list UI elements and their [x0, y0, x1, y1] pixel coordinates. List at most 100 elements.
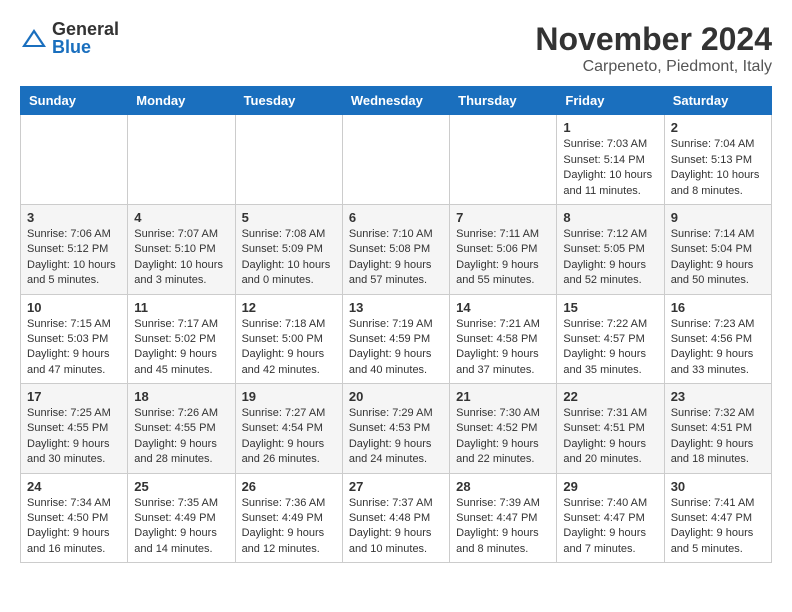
calendar-cell: 23 Sunrise: 7:32 AM Sunset: 4:51 PM Dayli… — [664, 384, 771, 474]
day-number: 24 — [27, 479, 121, 494]
calendar-cell: 5 Sunrise: 7:08 AM Sunset: 5:09 PM Daylig… — [235, 204, 342, 294]
day-number: 15 — [563, 300, 657, 315]
day-info: Sunrise: 7:40 AM Sunset: 4:47 PM Dayligh… — [563, 496, 657, 558]
day-info: Sunrise: 7:12 AM Sunset: 5:05 PM Dayligh… — [563, 227, 657, 289]
day-info: Sunrise: 7:08 AM Sunset: 5:09 PM Dayligh… — [242, 227, 336, 289]
day-number: 20 — [349, 389, 443, 404]
calendar-cell — [21, 115, 128, 205]
day-info: Sunrise: 7:29 AM Sunset: 4:53 PM Dayligh… — [349, 406, 443, 468]
day-number: 30 — [671, 479, 765, 494]
day-number: 22 — [563, 389, 657, 404]
day-info: Sunrise: 7:15 AM Sunset: 5:03 PM Dayligh… — [27, 317, 121, 379]
day-number: 10 — [27, 300, 121, 315]
calendar-cell: 22 Sunrise: 7:31 AM Sunset: 4:51 PM Dayli… — [557, 384, 664, 474]
title-area: November 2024 Carpeneto, Piedmont, Italy — [535, 20, 772, 76]
day-info: Sunrise: 7:27 AM Sunset: 4:54 PM Dayligh… — [242, 406, 336, 468]
calendar-table: SundayMondayTuesdayWednesdayThursdayFrid… — [20, 86, 772, 563]
calendar-cell: 16Sunrise: 7:23 AM Sunset: 4:56 PM Dayli… — [664, 294, 771, 384]
day-number: 4 — [134, 210, 228, 225]
logo-text-blue: Blue — [52, 38, 119, 56]
calendar-cell: 9 Sunrise: 7:14 AM Sunset: 5:04 PM Daylig… — [664, 204, 771, 294]
day-number: 14 — [456, 300, 550, 315]
month-title: November 2024 — [535, 20, 772, 58]
calendar-cell — [235, 115, 342, 205]
day-info: Sunrise: 7:19 AM Sunset: 4:59 PM Dayligh… — [349, 317, 443, 379]
calendar-cell: 18Sunrise: 7:26 AM Sunset: 4:55 PM Dayli… — [128, 384, 235, 474]
calendar-cell: 1Sunrise: 7:03 AM Sunset: 5:14 PM Daylig… — [557, 115, 664, 205]
weekday-header-wednesday: Wednesday — [342, 87, 449, 115]
calendar-week-row: 10 Sunrise: 7:15 AM Sunset: 5:03 PM Dayli… — [21, 294, 772, 384]
day-number: 28 — [456, 479, 550, 494]
day-info: Sunrise: 7:31 AM Sunset: 4:51 PM Dayligh… — [563, 406, 657, 468]
calendar-cell: 30Sunrise: 7:41 AM Sunset: 4:47 PM Dayli… — [664, 473, 771, 563]
weekday-header-thursday: Thursday — [450, 87, 557, 115]
calendar-cell: 29 Sunrise: 7:40 AM Sunset: 4:47 PM Dayli… — [557, 473, 664, 563]
weekday-header-monday: Monday — [128, 87, 235, 115]
weekday-header-tuesday: Tuesday — [235, 87, 342, 115]
day-number: 5 — [242, 210, 336, 225]
calendar-cell: 15Sunrise: 7:22 AM Sunset: 4:57 PM Dayli… — [557, 294, 664, 384]
weekday-header-friday: Friday — [557, 87, 664, 115]
calendar-cell: 12Sunrise: 7:18 AM Sunset: 5:00 PM Dayli… — [235, 294, 342, 384]
weekday-header-saturday: Saturday — [664, 87, 771, 115]
day-info: Sunrise: 7:37 AM Sunset: 4:48 PM Dayligh… — [349, 496, 443, 558]
calendar-cell: 27 Sunrise: 7:37 AM Sunset: 4:48 PM Dayli… — [342, 473, 449, 563]
calendar-week-row: 1Sunrise: 7:03 AM Sunset: 5:14 PM Daylig… — [21, 115, 772, 205]
day-number: 3 — [27, 210, 121, 225]
calendar-cell — [450, 115, 557, 205]
calendar-cell: 21 Sunrise: 7:30 AM Sunset: 4:52 PM Dayli… — [450, 384, 557, 474]
day-number: 23 — [671, 389, 765, 404]
day-info: Sunrise: 7:06 AM Sunset: 5:12 PM Dayligh… — [27, 227, 121, 289]
calendar-cell: 28Sunrise: 7:39 AM Sunset: 4:47 PM Dayli… — [450, 473, 557, 563]
calendar-cell: 25 Sunrise: 7:35 AM Sunset: 4:49 PM Dayli… — [128, 473, 235, 563]
day-info: Sunrise: 7:34 AM Sunset: 4:50 PM Dayligh… — [27, 496, 121, 558]
day-number: 16 — [671, 300, 765, 315]
calendar-cell: 7Sunrise: 7:11 AM Sunset: 5:06 PM Daylig… — [450, 204, 557, 294]
calendar-week-row: 17 Sunrise: 7:25 AM Sunset: 4:55 PM Dayli… — [21, 384, 772, 474]
weekday-header-row: SundayMondayTuesdayWednesdayThursdayFrid… — [21, 87, 772, 115]
day-number: 21 — [456, 389, 550, 404]
day-number: 29 — [563, 479, 657, 494]
day-info: Sunrise: 7:10 AM Sunset: 5:08 PM Dayligh… — [349, 227, 443, 289]
day-number: 19 — [242, 389, 336, 404]
day-info: Sunrise: 7:25 AM Sunset: 4:55 PM Dayligh… — [27, 406, 121, 468]
day-number: 25 — [134, 479, 228, 494]
calendar-cell: 3 Sunrise: 7:06 AM Sunset: 5:12 PM Daylig… — [21, 204, 128, 294]
calendar-cell: 24 Sunrise: 7:34 AM Sunset: 4:50 PM Dayli… — [21, 473, 128, 563]
calendar-cell: 13 Sunrise: 7:19 AM Sunset: 4:59 PM Dayli… — [342, 294, 449, 384]
calendar-cell: 17 Sunrise: 7:25 AM Sunset: 4:55 PM Dayli… — [21, 384, 128, 474]
day-number: 27 — [349, 479, 443, 494]
calendar-cell: 26Sunrise: 7:36 AM Sunset: 4:49 PM Dayli… — [235, 473, 342, 563]
calendar-cell: 19 Sunrise: 7:27 AM Sunset: 4:54 PM Dayli… — [235, 384, 342, 474]
day-info: Sunrise: 7:21 AM Sunset: 4:58 PM Dayligh… — [456, 317, 550, 379]
day-info: Sunrise: 7:04 AM Sunset: 5:13 PM Dayligh… — [671, 137, 765, 199]
calendar-week-row: 24 Sunrise: 7:34 AM Sunset: 4:50 PM Dayli… — [21, 473, 772, 563]
calendar-cell: 11 Sunrise: 7:17 AM Sunset: 5:02 PM Dayli… — [128, 294, 235, 384]
day-info: Sunrise: 7:11 AM Sunset: 5:06 PM Dayligh… — [456, 227, 550, 289]
day-info: Sunrise: 7:17 AM Sunset: 5:02 PM Dayligh… — [134, 317, 228, 379]
day-number: 18 — [134, 389, 228, 404]
calendar-cell: 14 Sunrise: 7:21 AM Sunset: 4:58 PM Dayli… — [450, 294, 557, 384]
header: General Blue November 2024 Carpeneto, Pi… — [20, 20, 772, 76]
calendar-cell: 6 Sunrise: 7:10 AM Sunset: 5:08 PM Daylig… — [342, 204, 449, 294]
day-info: Sunrise: 7:35 AM Sunset: 4:49 PM Dayligh… — [134, 496, 228, 558]
day-number: 8 — [563, 210, 657, 225]
day-number: 6 — [349, 210, 443, 225]
day-number: 17 — [27, 389, 121, 404]
day-number: 11 — [134, 300, 228, 315]
calendar-cell: 10 Sunrise: 7:15 AM Sunset: 5:03 PM Dayli… — [21, 294, 128, 384]
day-info: Sunrise: 7:32 AM Sunset: 4:51 PM Dayligh… — [671, 406, 765, 468]
day-info: Sunrise: 7:18 AM Sunset: 5:00 PM Dayligh… — [242, 317, 336, 379]
day-info: Sunrise: 7:36 AM Sunset: 4:49 PM Dayligh… — [242, 496, 336, 558]
logo: General Blue — [20, 20, 119, 56]
day-number: 1 — [563, 120, 657, 135]
day-number: 13 — [349, 300, 443, 315]
location-title: Carpeneto, Piedmont, Italy — [535, 58, 772, 76]
day-number: 9 — [671, 210, 765, 225]
logo-text-general: General — [52, 20, 119, 38]
day-info: Sunrise: 7:14 AM Sunset: 5:04 PM Dayligh… — [671, 227, 765, 289]
calendar-week-row: 3 Sunrise: 7:06 AM Sunset: 5:12 PM Daylig… — [21, 204, 772, 294]
calendar-cell — [128, 115, 235, 205]
day-info: Sunrise: 7:30 AM Sunset: 4:52 PM Dayligh… — [456, 406, 550, 468]
calendar-cell: 20 Sunrise: 7:29 AM Sunset: 4:53 PM Dayli… — [342, 384, 449, 474]
